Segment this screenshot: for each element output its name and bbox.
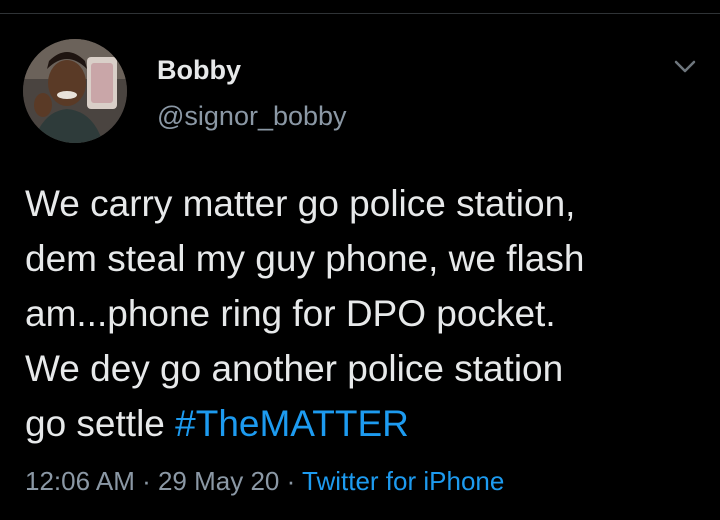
tweet-text-line: go settle	[25, 403, 176, 444]
tweet-meta: 12:06 AM · 29 May 20 · Twitter for iPhon…	[25, 466, 504, 497]
tweet-text-line: We carry matter go police station,	[25, 183, 576, 224]
tweet-text-line: am...phone ring for DPO pocket.	[25, 293, 556, 334]
profile-photo	[23, 39, 127, 143]
meta-separator: ·	[279, 466, 303, 496]
meta-separator: ·	[134, 466, 158, 496]
tweet-source-link[interactable]: Twitter for iPhone	[302, 466, 504, 496]
author-display-name[interactable]: Bobby	[157, 55, 241, 86]
tweet-text-line: dem steal my guy phone, we flash	[25, 238, 585, 279]
top-divider	[0, 13, 720, 14]
tweet-date: 29 May 20	[157, 466, 280, 496]
tweet-text: We carry matter go police station, dem s…	[25, 176, 705, 451]
author-handle[interactable]: @signor_bobby	[157, 101, 347, 132]
chevron-down-icon	[674, 60, 696, 73]
more-options-button[interactable]	[668, 52, 702, 82]
tweet-time: 12:06 AM	[25, 466, 135, 496]
avatar[interactable]	[23, 39, 127, 143]
hashtag-link[interactable]: #TheMATTER	[175, 403, 409, 444]
tweet-text-line: We dey go another police station	[25, 348, 564, 389]
tweet-text-last-line: go settle #TheMATTER	[25, 396, 705, 451]
